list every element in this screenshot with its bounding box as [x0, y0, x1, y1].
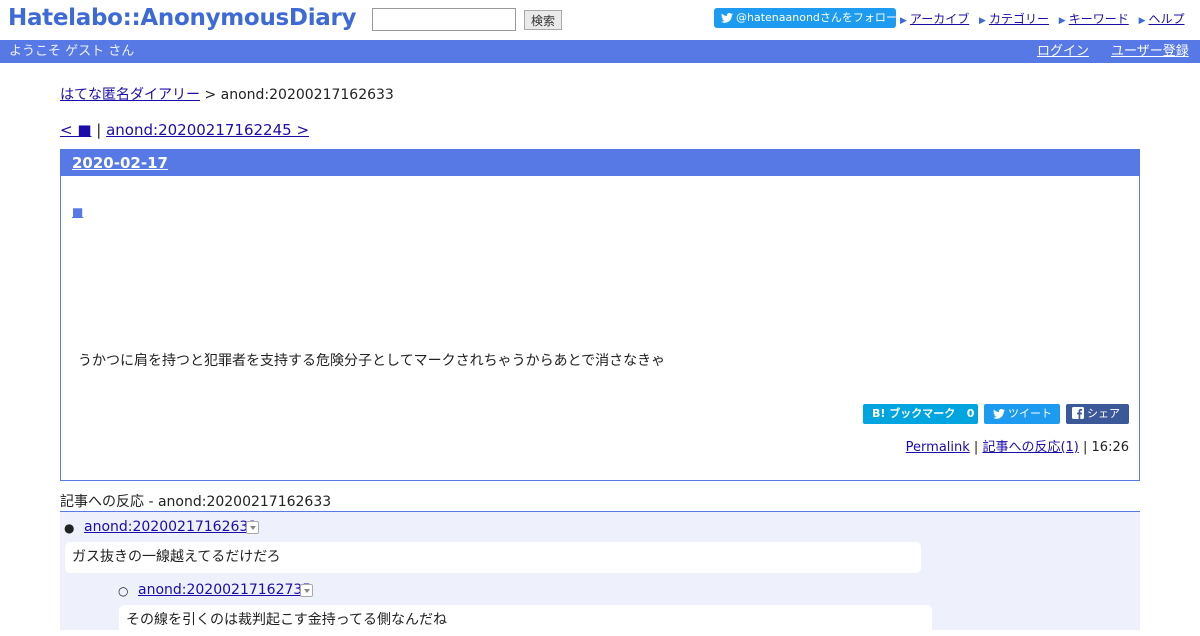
dropdown-icon[interactable] — [246, 521, 259, 534]
day-header: 2020-02-17 — [61, 150, 1139, 176]
entry-body: うかつに肩を持つと犯罪者を支持する危険分子としてマークされちゃうからあとで消さな… — [78, 353, 666, 369]
twitter-bird-icon — [993, 409, 1005, 419]
pager: < ■ | anond:20200217162245 > — [60, 121, 309, 139]
reactions-link[interactable]: 記事への反応(1) — [982, 440, 1078, 455]
follow-label: @hatenaanondさんをフォロー — [736, 11, 897, 24]
breadcrumb: はてな匿名ダイアリー > anond:20200217162633 — [60, 84, 394, 104]
arrow-icon: ▶ — [900, 16, 907, 26]
list-bullet: ● — [64, 521, 75, 535]
entry-permalink-square[interactable]: ■ — [72, 205, 83, 219]
next-link[interactable]: anond:20200217162245 > — [106, 121, 309, 139]
facebook-icon — [1072, 407, 1084, 419]
arrow-icon: ▶ — [1138, 16, 1146, 26]
twitter-bird-icon — [721, 13, 733, 23]
tweet-button[interactable]: ツイート — [984, 404, 1060, 424]
welcome-text: ようこそ ゲスト さん — [9, 44, 135, 59]
top-header: Hatelabo::AnonymousDiary 検索 @hatenaanond… — [0, 0, 1200, 40]
facebook-label: シェア — [1087, 407, 1120, 420]
user-bar: ようこそ ゲスト さん ログイン ユーザー登録 — [0, 40, 1200, 63]
section-footer: Permalink | 記事への反応(1) | 16:26 — [906, 436, 1129, 455]
reactions-list: ● anond:20200217162633 ガス抜きの一線越えてるだけだろ ○… — [60, 511, 1140, 636]
breadcrumb-current: anond:20200217162633 — [220, 87, 394, 103]
reaction-link[interactable]: anond:20200217162735 — [138, 582, 311, 598]
reaction-bubble: その線を引くのは裁判起こす金持ってる側なんだね — [119, 605, 932, 636]
nav-archive[interactable]: アーカイブ — [910, 12, 969, 26]
register-link[interactable]: ユーザー登録 — [1111, 40, 1189, 63]
post-time: 16:26 — [1091, 440, 1129, 455]
breadcrumb-sep: > — [200, 87, 221, 103]
login-link[interactable]: ログイン — [1037, 40, 1089, 63]
footer-sep: | — [1078, 440, 1092, 455]
date-link[interactable]: 2020-02-17 — [72, 154, 168, 172]
search-input[interactable] — [372, 8, 516, 31]
footer-sep: | — [969, 440, 983, 455]
reaction-link[interactable]: anond:20200217162633 — [84, 519, 257, 535]
reaction-bubble: ガス抜きの一線越えてるだけだろ — [65, 542, 921, 573]
breadcrumb-home[interactable]: はてな匿名ダイアリー — [60, 87, 200, 103]
hatena-bookmark-button[interactable]: B! ブックマーク 0 — [863, 404, 978, 424]
day-section: 2020-02-17 ■ うかつに肩を持つと犯罪者を支持する危険分子としてマーク… — [60, 149, 1140, 481]
prev-link[interactable]: < ■ — [60, 121, 92, 139]
reactions-title: 記事への反応 - anond:20200217162633 — [60, 494, 332, 510]
bookmark-label: ブックマーク — [889, 407, 956, 420]
nav-keyword[interactable]: キーワード — [1069, 12, 1129, 26]
bookmark-count: 0 — [966, 407, 975, 420]
pager-sep: | — [91, 121, 107, 139]
permalink-link[interactable]: Permalink — [906, 440, 970, 455]
top-nav: ▶ アーカイブ ▶ カテゴリー ▶ キーワード ▶ ヘルプ — [900, 10, 1191, 27]
list-bullet: ○ — [118, 584, 129, 598]
facebook-share-button[interactable]: シェア — [1066, 404, 1129, 424]
site-logo[interactable]: Hatelabo::AnonymousDiary — [8, 5, 357, 31]
tweet-label: ツイート — [1008, 407, 1052, 420]
arrow-icon: ▶ — [1058, 16, 1066, 26]
arrow-icon: ▶ — [979, 16, 986, 26]
search-button[interactable]: 検索 — [524, 10, 562, 30]
twitter-follow-button[interactable]: @hatenaanondさんをフォロー — [714, 8, 897, 28]
nav-help[interactable]: ヘルプ — [1148, 12, 1184, 26]
hatena-bookmark-icon: B! — [872, 407, 886, 420]
dropdown-icon[interactable] — [300, 584, 313, 597]
nav-category[interactable]: カテゴリー — [989, 12, 1049, 26]
